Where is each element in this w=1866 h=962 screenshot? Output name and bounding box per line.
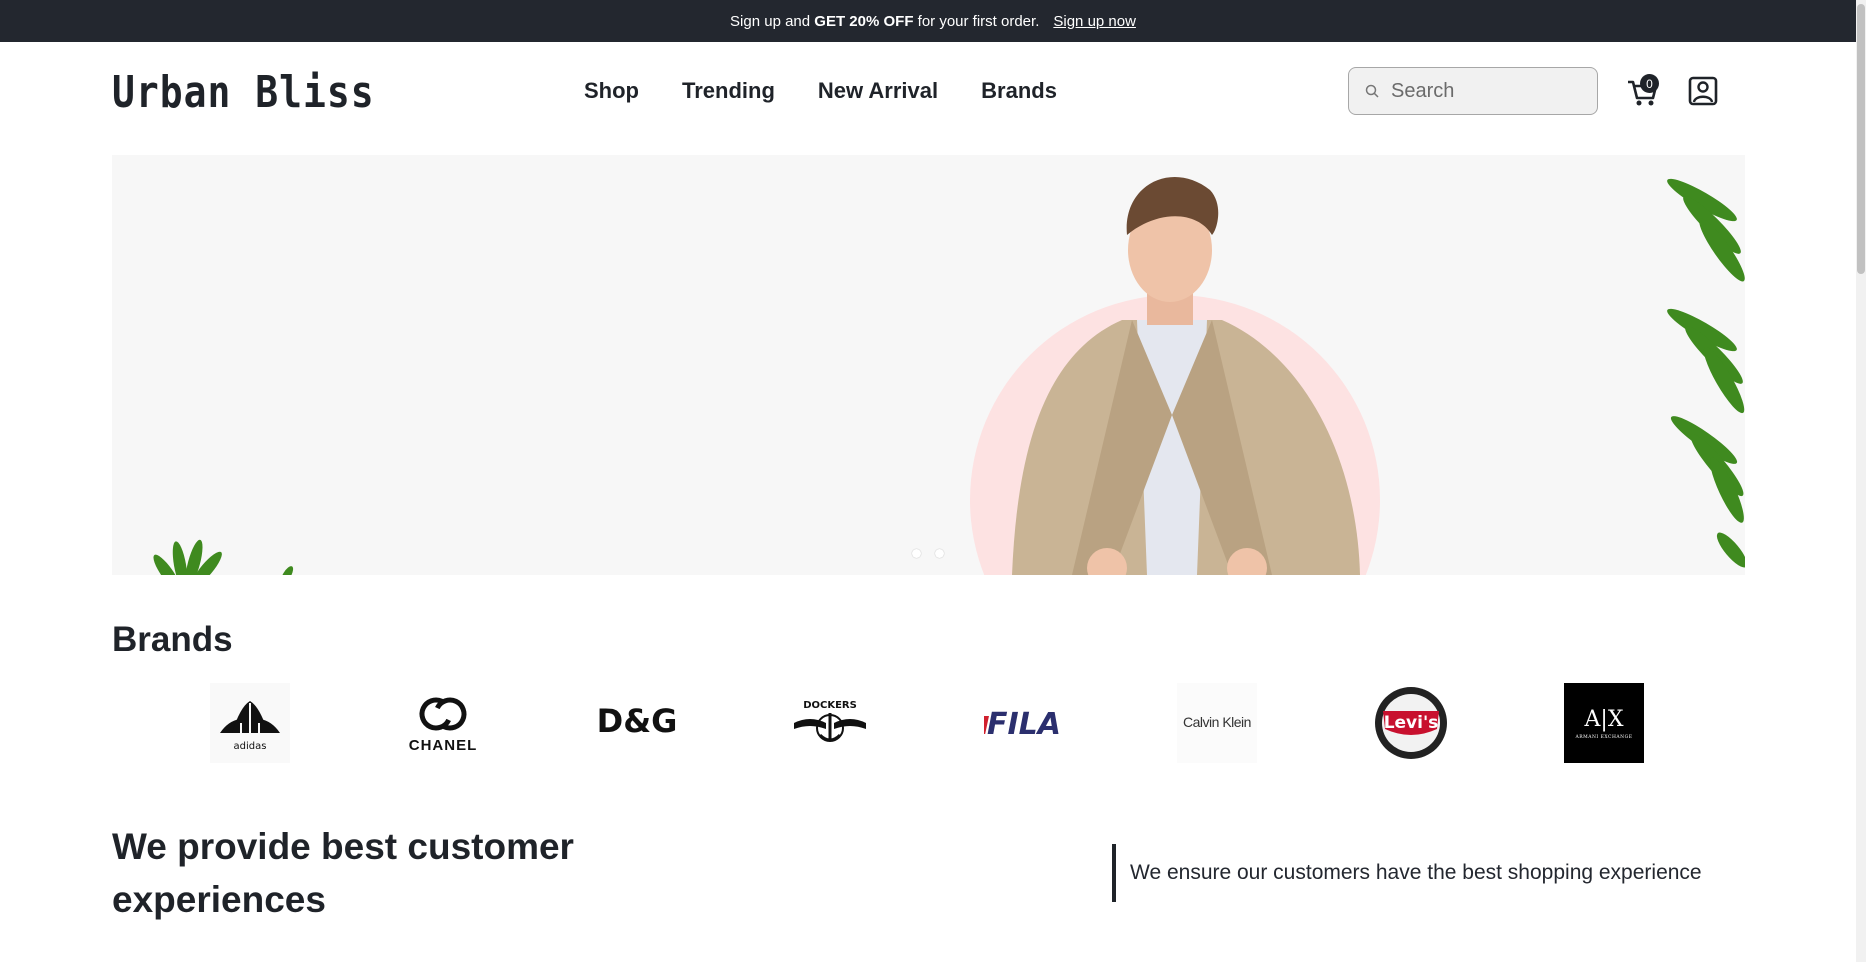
cart-button[interactable]: 0	[1626, 74, 1660, 108]
brand-calvin-klein[interactable]: Calvin Klein	[1177, 683, 1257, 763]
slider-dot-2[interactable]	[935, 549, 944, 558]
chanel-logo: CHANEL	[409, 697, 478, 754]
signup-link[interactable]: Sign up now	[1053, 13, 1136, 30]
dockers-logo: DOCKERS	[794, 700, 866, 742]
svg-text:DOCKERS: DOCKERS	[803, 700, 857, 711]
dg-logo: D&G	[597, 702, 677, 740]
svg-text:Calvin Klein: Calvin Klein	[1183, 714, 1251, 730]
hero-image	[112, 155, 1745, 575]
brand-chanel[interactable]: CHANEL	[403, 683, 483, 763]
calvin-klein-logo: Calvin Klein	[1177, 683, 1257, 763]
main-nav: Shop Trending New Arrival Brands	[584, 78, 1057, 104]
fila-logo: FILA	[984, 707, 1061, 742]
announcement-prefix: Sign up and	[730, 12, 811, 30]
svg-text:CHANEL: CHANEL	[409, 737, 478, 754]
customer-experience-heading: We provide best customer experiences	[112, 826, 574, 920]
brand-dockers[interactable]: DOCKERS	[790, 683, 870, 763]
site-logo[interactable]: Urban Bliss	[112, 67, 375, 118]
svg-text:adidas: adidas	[234, 741, 267, 752]
nav-new-arrival[interactable]: New Arrival	[818, 78, 938, 104]
brand-dolce-gabbana[interactable]: D&G	[597, 683, 677, 763]
account-button[interactable]	[1688, 76, 1718, 106]
brand-levis[interactable]: Levi's	[1371, 683, 1451, 763]
announcement-highlight: GET 20% OFF	[814, 12, 914, 30]
svg-text:D&G: D&G	[597, 702, 677, 740]
svg-text:FILA: FILA	[987, 707, 1061, 742]
nav-trending[interactable]: Trending	[682, 78, 775, 104]
hero-banner[interactable]	[112, 155, 1745, 575]
announcement-text: Sign up and GET 20% OFF for your first o…	[730, 13, 1039, 30]
search-input[interactable]	[1389, 78, 1563, 104]
page-scrollbar[interactable]	[1856, 0, 1866, 962]
nav-brands[interactable]: Brands	[981, 78, 1057, 104]
brand-logo-row: adidas CHANEL D&G DOCKERS FILA Calvin Kl…	[210, 683, 1646, 765]
search-box[interactable]	[1348, 67, 1598, 115]
hero-slider-dots	[912, 549, 944, 558]
brand-armani-exchange[interactable]: A|X ARMANI EXCHANGE	[1564, 683, 1644, 763]
nav-shop[interactable]: Shop	[584, 78, 639, 104]
announcement-bar: Sign up and GET 20% OFF for your first o…	[0, 0, 1866, 42]
armani-exchange-logo: A|X ARMANI EXCHANGE	[1564, 683, 1644, 763]
search-icon	[1365, 84, 1379, 98]
brand-adidas[interactable]: adidas	[210, 683, 290, 763]
brands-heading: Brands	[112, 620, 233, 659]
cart-count-badge: 0	[1640, 74, 1659, 93]
levis-logo: Levi's	[1375, 687, 1447, 759]
adidas-logo: adidas	[210, 683, 290, 763]
svg-text:A|X: A|X	[1584, 707, 1624, 732]
svg-text:Levi's: Levi's	[1384, 713, 1439, 733]
customer-experience-text: We ensure our customers have the best sh…	[1130, 861, 1702, 884]
brand-fila[interactable]: FILA	[984, 683, 1064, 763]
svg-text:ARMANI EXCHANGE: ARMANI EXCHANGE	[1575, 734, 1633, 740]
slider-dot-1[interactable]	[912, 549, 921, 558]
user-icon	[1688, 76, 1718, 106]
customer-experience-quote: We ensure our customers have the best sh…	[1112, 844, 1702, 902]
scrollbar-thumb[interactable]	[1857, 4, 1865, 274]
announcement-suffix: for your first order.	[917, 12, 1040, 30]
